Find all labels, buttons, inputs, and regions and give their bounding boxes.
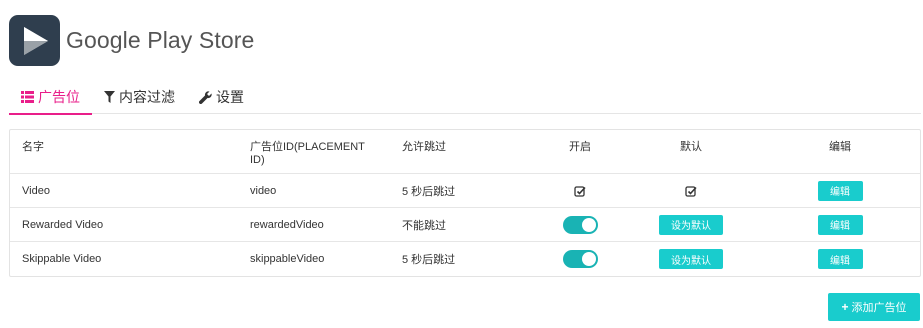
table-row: Video video 5 秒后跳过 编辑 bbox=[10, 174, 920, 208]
plus-icon: + bbox=[841, 300, 849, 314]
table-row: Skippable Video skippableVideo 5 秒后跳过 设为… bbox=[10, 242, 920, 276]
tab-settings[interactable]: 设置 bbox=[187, 80, 256, 114]
tab-placements[interactable]: 广告位 bbox=[9, 80, 92, 115]
tab-bar: 广告位 内容过滤 设置 bbox=[9, 80, 921, 115]
row-placement-id: video bbox=[250, 184, 277, 197]
enabled-cell bbox=[550, 208, 610, 241]
placement-table: 名字 广告位ID(PLACEMENT ID) 允许跳过 开启 默认 编辑 Vid… bbox=[9, 129, 921, 277]
row-name: Video bbox=[22, 184, 50, 197]
row-skip: 不能跳过 bbox=[402, 219, 446, 232]
add-placement-label: 添加广告位 bbox=[851, 302, 907, 314]
edit-button[interactable]: 编辑 bbox=[817, 180, 863, 201]
set-default-button[interactable]: 设为默认 bbox=[659, 249, 723, 269]
edit-button[interactable]: 编辑 bbox=[817, 249, 863, 269]
tab-content-filter[interactable]: 内容过滤 bbox=[92, 80, 187, 114]
table-header-row: 名字 广告位ID(PLACEMENT ID) 允许跳过 开启 默认 编辑 bbox=[10, 130, 920, 174]
default-cell: 设为默认 bbox=[650, 208, 732, 241]
check-icon bbox=[574, 185, 586, 197]
toggle-knob bbox=[581, 252, 596, 266]
row-name: Rewarded Video bbox=[22, 218, 104, 231]
enabled-cell bbox=[550, 242, 610, 276]
add-placement-button[interactable]: + 添加广告位 bbox=[828, 293, 920, 321]
row-skip: 5 秒后跳过 bbox=[402, 254, 456, 266]
header-edit: 编辑 bbox=[829, 141, 851, 153]
edit-button[interactable]: 编辑 bbox=[817, 214, 863, 235]
row-name: Skippable Video bbox=[22, 253, 102, 265]
row-placement-id: rewardedVideo bbox=[250, 218, 324, 231]
wrench-icon bbox=[199, 90, 212, 104]
enabled-toggle[interactable] bbox=[562, 215, 598, 234]
row-placement-id: skippableVideo bbox=[250, 253, 325, 265]
set-default-button[interactable]: 设为默认 bbox=[659, 214, 723, 235]
header-placement-id: 广告位ID(PLACEMENT ID) bbox=[250, 141, 365, 166]
table-row: Rewarded Video rewardedVideo 不能跳过 设为默认 编… bbox=[10, 208, 920, 242]
header-enabled: 开启 bbox=[569, 141, 591, 153]
edit-cell: 编辑 bbox=[800, 174, 880, 207]
enabled-cell bbox=[550, 174, 610, 207]
list-icon bbox=[21, 90, 34, 103]
default-cell: 设为默认 bbox=[650, 242, 732, 276]
app-title: Google Play Store bbox=[66, 27, 255, 53]
tab-label: 设置 bbox=[216, 89, 244, 105]
edit-cell: 编辑 bbox=[800, 208, 880, 241]
enabled-toggle[interactable] bbox=[562, 250, 598, 268]
filter-icon bbox=[104, 90, 115, 104]
edit-cell: 编辑 bbox=[800, 242, 880, 276]
play-store-icon bbox=[9, 15, 60, 66]
default-cell bbox=[650, 174, 732, 207]
header-skip: 允许跳过 bbox=[402, 141, 446, 153]
header-name: 名字 bbox=[22, 141, 44, 153]
app-header: Google Play Store bbox=[9, 15, 254, 66]
row-skip: 5 秒后跳过 bbox=[402, 185, 456, 198]
tab-label: 内容过滤 bbox=[119, 89, 175, 105]
toggle-knob bbox=[581, 217, 596, 232]
check-icon bbox=[685, 185, 697, 197]
header-default: 默认 bbox=[680, 141, 702, 153]
tab-label: 广告位 bbox=[38, 88, 80, 105]
